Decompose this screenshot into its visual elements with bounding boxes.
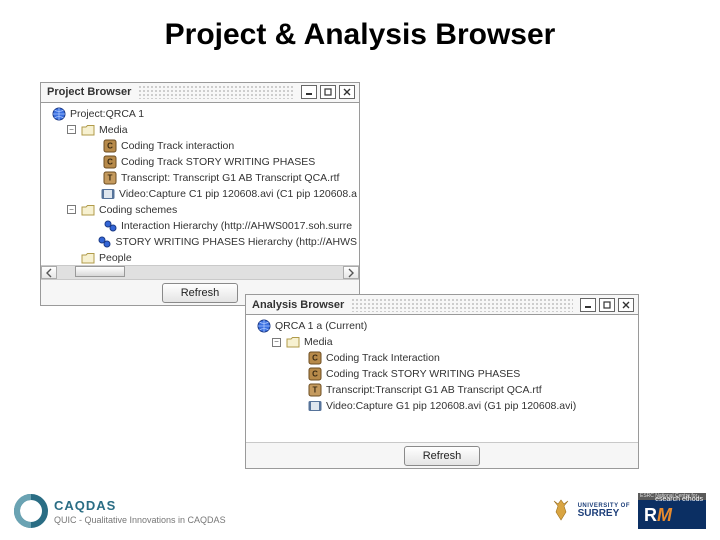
item-label: Coding Track Interaction xyxy=(324,352,440,364)
globe-icon xyxy=(51,107,66,121)
tree-root[interactable]: Project:QRCA 1 xyxy=(43,106,357,122)
project-tree[interactable]: Project:QRCA 1 − Media Coding Track inte… xyxy=(41,103,359,265)
quic-text: QUIC - Qualitative Innovations in CAQDAS xyxy=(54,515,226,525)
item-label: Video:Capture G1 pip 120608.avi (G1 pip … xyxy=(324,400,576,412)
project-browser-panel: Project Browser Project:QRCA 1 − Media C… xyxy=(40,82,360,306)
tree-item[interactable]: Coding Track STORY WRITING PHASES xyxy=(248,366,636,382)
root-label: Project:QRCA 1 xyxy=(68,108,144,120)
footer: CAQDAS QUIC - Qualitative Innovations in… xyxy=(0,488,720,540)
scroll-right-button[interactable] xyxy=(343,266,359,279)
analysis-title: Analysis Browser xyxy=(252,299,344,311)
folder-icon xyxy=(285,335,300,349)
tree-media[interactable]: − Media xyxy=(248,334,636,350)
tree-item[interactable]: Video:Capture C1 pip 120608.avi (C1 pip … xyxy=(43,186,357,202)
transcript-icon xyxy=(307,383,322,397)
item-label: Interaction Hierarchy (http://AHWS0017.s… xyxy=(119,220,352,232)
tree-item[interactable]: Transcript:Transcript G1 AB Transcript Q… xyxy=(248,382,636,398)
coding-track-icon xyxy=(307,351,322,365)
tree-item[interactable]: STORY WRITING PHASES Hierarchy (http://A… xyxy=(43,234,357,250)
item-label: Transcript: Transcript G1 AB Transcript … xyxy=(119,172,339,184)
expand-toggle[interactable]: − xyxy=(272,338,281,347)
item-label: Coding Track STORY WRITING PHASES xyxy=(324,368,520,380)
expand-toggle[interactable]: − xyxy=(67,125,76,134)
analysis-tree[interactable]: QRCA 1 a (Current) − Media Coding Track … xyxy=(246,315,638,442)
tree-item[interactable]: Interaction Hierarchy (http://AHWS0017.s… xyxy=(43,218,357,234)
root-label: QRCA 1 a (Current) xyxy=(273,320,367,332)
ncrm-rm: RM xyxy=(644,505,672,526)
media-label: Media xyxy=(302,336,333,348)
globe-icon xyxy=(256,319,271,333)
coding-track-icon xyxy=(102,139,117,153)
refresh-button[interactable]: Refresh xyxy=(162,283,239,303)
coding-track-icon xyxy=(307,367,322,381)
analysis-button-row: Refresh xyxy=(246,442,638,468)
ncrm-side: esearch ethods xyxy=(655,496,703,504)
item-label: Video:Capture C1 pip 120608.avi (C1 pip … xyxy=(117,188,357,200)
coding-label: Coding schemes xyxy=(97,204,177,216)
scroll-left-button[interactable] xyxy=(41,266,57,279)
surrey-logo: UNIVERSITY OF SURREY xyxy=(548,498,630,524)
tree-root[interactable]: QRCA 1 a (Current) xyxy=(248,318,636,334)
tree-media[interactable]: − Media xyxy=(43,122,357,138)
folder-icon xyxy=(80,251,95,265)
ncrm-logo: ESRC National Centre for RM esearch etho… xyxy=(638,493,706,529)
media-label: Media xyxy=(97,124,128,136)
hierarchy-icon xyxy=(102,219,117,233)
drag-handle[interactable] xyxy=(138,85,294,99)
h-scrollbar[interactable] xyxy=(41,265,359,280)
tree-item[interactable]: Video:Capture G1 pip 120608.avi (G1 pip … xyxy=(248,398,636,414)
item-label: Transcript:Transcript G1 AB Transcript Q… xyxy=(324,384,542,396)
scroll-thumb[interactable] xyxy=(75,266,125,277)
project-titlebar[interactable]: Project Browser xyxy=(41,83,359,103)
scroll-track[interactable] xyxy=(57,266,343,279)
tree-item[interactable]: Coding Track interaction xyxy=(43,138,357,154)
minimize-button[interactable] xyxy=(580,298,596,312)
item-label: Coding Track STORY WRITING PHASES xyxy=(119,156,315,168)
expand-toggle[interactable]: − xyxy=(67,205,76,214)
item-label: STORY WRITING PHASES Hierarchy (http://A… xyxy=(113,236,357,248)
hierarchy-icon xyxy=(96,235,111,249)
analysis-browser-panel: Analysis Browser QRCA 1 a (Current) − Me… xyxy=(245,294,639,469)
close-button[interactable] xyxy=(618,298,634,312)
tree-item[interactable]: Coding Track Interaction xyxy=(248,350,636,366)
folder-icon xyxy=(80,203,95,217)
coding-track-icon xyxy=(102,155,117,169)
folder-icon xyxy=(80,123,95,137)
item-label: Coding Track interaction xyxy=(119,140,234,152)
analysis-titlebar[interactable]: Analysis Browser xyxy=(246,295,638,315)
minimize-button[interactable] xyxy=(301,85,317,99)
drag-handle[interactable] xyxy=(351,298,573,312)
maximize-button[interactable] xyxy=(320,85,336,99)
tree-coding[interactable]: − Coding schemes xyxy=(43,202,357,218)
close-button[interactable] xyxy=(339,85,355,99)
video-icon xyxy=(100,187,115,201)
tree-item[interactable]: Transcript: Transcript G1 AB Transcript … xyxy=(43,170,357,186)
video-icon xyxy=(307,399,322,413)
transcript-icon xyxy=(102,171,117,185)
project-title: Project Browser xyxy=(47,86,131,98)
people-label: People xyxy=(97,252,132,264)
caqdas-text: CAQDAS xyxy=(54,498,226,513)
caqdas-logo: CAQDAS QUIC - Qualitative Innovations in… xyxy=(14,494,226,528)
maximize-button[interactable] xyxy=(599,298,615,312)
tree-people[interactable]: People xyxy=(43,250,357,265)
tree-item[interactable]: Coding Track STORY WRITING PHASES xyxy=(43,154,357,170)
refresh-button[interactable]: Refresh xyxy=(404,446,481,466)
slide-title: Project & Analysis Browser xyxy=(0,0,720,60)
surrey-text: SURREY xyxy=(578,509,630,519)
